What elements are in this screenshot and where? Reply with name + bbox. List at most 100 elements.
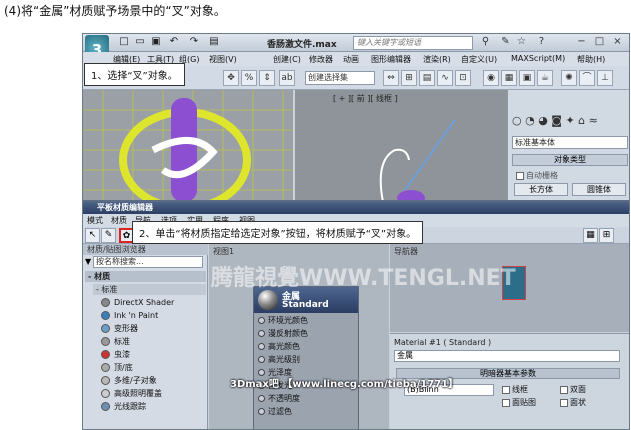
binoculars-icon[interactable]: ⚲ xyxy=(479,36,492,49)
material-item[interactable]: 虫漆 xyxy=(101,349,206,361)
save-icon[interactable]: ▣ xyxy=(149,36,163,49)
me-menu-material[interactable]: 材质 xyxy=(111,215,127,226)
new-file-icon[interactable]: □ xyxy=(117,36,131,49)
browser-title: 材质/贴图浏览器 xyxy=(83,244,208,255)
shape-icons[interactable]: ○ ◔ ◕ ◙ ✦ ⌂ ≈ xyxy=(512,114,598,127)
object-type-rollout[interactable]: 对象类型 xyxy=(512,154,628,166)
material-item[interactable]: 标准 xyxy=(101,336,206,348)
close-icon[interactable]: × xyxy=(611,36,624,49)
material-swatch-icon xyxy=(101,350,110,359)
category-dropdown[interactable]: 标准基本体 xyxy=(512,136,628,149)
node-slot[interactable]: 漫反射颜色 xyxy=(258,328,358,340)
settings-icon[interactable]: ⊞ xyxy=(599,228,614,243)
star-icon[interactable]: ☆ xyxy=(515,36,528,49)
box-button[interactable]: 长方体 xyxy=(514,183,568,196)
autogrid-checkbox[interactable]: 自动栅格 xyxy=(516,170,558,181)
cone-button[interactable]: 圆锥体 xyxy=(572,183,626,196)
material-swatch-icon xyxy=(101,298,110,307)
material-item[interactable]: DirectX Shader xyxy=(101,297,206,309)
eyedropper-icon[interactable]: ✎ xyxy=(101,228,116,243)
select-move-icon[interactable]: ✥ xyxy=(223,70,239,86)
pick-material-icon[interactable]: ↖ xyxy=(85,228,100,243)
material-item[interactable]: 顶/底 xyxy=(101,362,206,374)
spinner-snap-icon[interactable]: ⇕ xyxy=(259,70,275,86)
site-watermark: 腾龍視覺WWW.TENGL.NET xyxy=(211,266,516,291)
two-sided-checkbox[interactable]: 双面 xyxy=(560,384,586,395)
render-frame-icon[interactable]: ▣ xyxy=(519,70,535,86)
material-item[interactable]: Ink 'n Paint xyxy=(101,310,206,322)
node-slot[interactable]: 高光级别 xyxy=(258,354,358,366)
search-input[interactable]: 键入关键字或短语 xyxy=(353,36,473,50)
command-panel: ○ ◔ ◕ ◙ ✦ ⌂ ≈ 标准基本体 对象类型 自动栅格 长方体 圆锥体 xyxy=(507,90,629,202)
node-slot[interactable]: 环境光颜色 xyxy=(258,315,358,327)
material-node[interactable]: 金属 Standard 环境光颜色 漫反射颜色 高光颜色 高光级别 光泽度 自发… xyxy=(253,286,359,429)
mirror-icon[interactable]: ⇔ xyxy=(383,70,399,86)
menu-modifiers[interactable]: 修改器 xyxy=(309,54,333,65)
menu-maxscript[interactable]: MAXScript(M) xyxy=(511,54,565,63)
subgroup-standard[interactable]: - 标准 xyxy=(93,284,206,295)
browser-menu-icon[interactable]: ▼ xyxy=(85,257,91,266)
wire-checkbox[interactable]: 线框 xyxy=(502,384,528,395)
hierarchy-icon[interactable]: ⊥ xyxy=(597,70,613,86)
material-map-browser: 材质/贴图浏览器 ▼ 按名称搜索... - 材质 - 标准 DirectX Sh… xyxy=(83,244,208,429)
minimize-icon[interactable]: − xyxy=(575,36,588,49)
material-item[interactable]: 变形器 xyxy=(101,323,206,335)
material-swatch-icon xyxy=(101,311,110,320)
node-slot[interactable]: 过滤色 xyxy=(258,406,358,418)
me-menu-mode[interactable]: 模式 xyxy=(87,215,103,226)
viewport-label: [ + ][ 前 ][ 线框 ] xyxy=(333,94,398,103)
faceted-checkbox[interactable]: 面状 xyxy=(560,397,586,408)
material-swatch-icon xyxy=(101,337,110,346)
abc-icon[interactable]: ab xyxy=(279,70,295,86)
render-setup-icon[interactable]: ▦ xyxy=(501,70,517,86)
perspective-viewport[interactable] xyxy=(83,90,293,202)
undo-icon[interactable]: ↶ xyxy=(167,36,181,49)
modify-icon[interactable]: ⌒ xyxy=(579,70,595,86)
cylinder-object xyxy=(171,98,197,202)
schematic-icon[interactable]: ⊡ xyxy=(455,70,471,86)
browser-search-input[interactable]: 按名称搜索... xyxy=(93,256,203,268)
material-swatch-icon xyxy=(101,376,110,385)
face-map-checkbox[interactable]: 面贴图 xyxy=(502,397,536,408)
menu-create[interactable]: 创建(C) xyxy=(273,54,301,65)
percent-snap-icon[interactable]: % xyxy=(241,70,257,86)
layer-icon[interactable]: ▤ xyxy=(419,70,435,86)
material-swatch-icon xyxy=(101,324,110,333)
menu-graph-editors[interactable]: 图形编辑器 xyxy=(371,54,411,65)
redo-icon[interactable]: ↷ xyxy=(187,36,201,49)
node-slot[interactable]: 高光颜色 xyxy=(258,341,358,353)
view-tab-label[interactable]: 视图1 xyxy=(213,246,234,257)
material-editor-icon[interactable]: ◉ xyxy=(483,70,499,86)
group-material[interactable]: - 材质 xyxy=(85,271,206,282)
param-header: Material #1 ( Standard ) xyxy=(394,338,492,347)
menu-customize[interactable]: 自定义(U) xyxy=(461,54,497,65)
sun-icon[interactable]: ✺ xyxy=(561,70,577,86)
help-icon[interactable]: ? xyxy=(535,36,548,49)
step2-callout: 2、单击“将材质指定给选定对象”按钮，将材质赋予“叉”对象。 xyxy=(132,221,424,244)
material-swatch-icon xyxy=(101,402,110,411)
node-slot[interactable]: 不透明度 xyxy=(258,393,358,405)
viewport-grid xyxy=(83,90,293,202)
menu-help[interactable]: 帮助(H) xyxy=(577,54,605,65)
render-icon[interactable]: ☕ xyxy=(537,70,553,86)
title-bar: □ ▭ ▣ ↶ ↷ ▤ 香肠激文件.max 键入关键字或短语 ⚲ ✎ ☆ ? −… xyxy=(83,34,629,52)
step1-callout: 1、选择“叉”对象。 xyxy=(84,63,185,86)
tools-icon[interactable]: ✎ xyxy=(499,36,512,49)
front-view-shapes xyxy=(379,119,456,206)
menu-animation[interactable]: 动画 xyxy=(343,54,359,65)
front-viewport[interactable]: [ + ][ 前 ][ 线框 ] xyxy=(295,90,507,206)
node-material-type: Standard xyxy=(282,300,329,310)
material-item[interactable]: 多维/子对象 xyxy=(101,375,206,387)
open-file-icon[interactable]: ▭ xyxy=(133,36,147,49)
align-icon[interactable]: ⊞ xyxy=(401,70,417,86)
material-item[interactable]: 高级照明覆盖 xyxy=(101,388,206,400)
menu-views[interactable]: 视图(V) xyxy=(209,54,237,65)
material-item[interactable]: 光线跟踪 xyxy=(101,401,206,413)
maximize-icon[interactable]: □ xyxy=(593,36,606,49)
project-folder-icon[interactable]: ▤ xyxy=(207,36,221,49)
selection-set-dropdown[interactable]: 创建选择集 xyxy=(305,71,375,85)
layout-icon[interactable]: ▦ xyxy=(583,228,598,243)
material-name-field[interactable]: 金属 xyxy=(394,350,620,362)
curve-editor-icon[interactable]: ∿ xyxy=(437,70,453,86)
menu-rendering[interactable]: 渲染(R) xyxy=(423,54,451,65)
